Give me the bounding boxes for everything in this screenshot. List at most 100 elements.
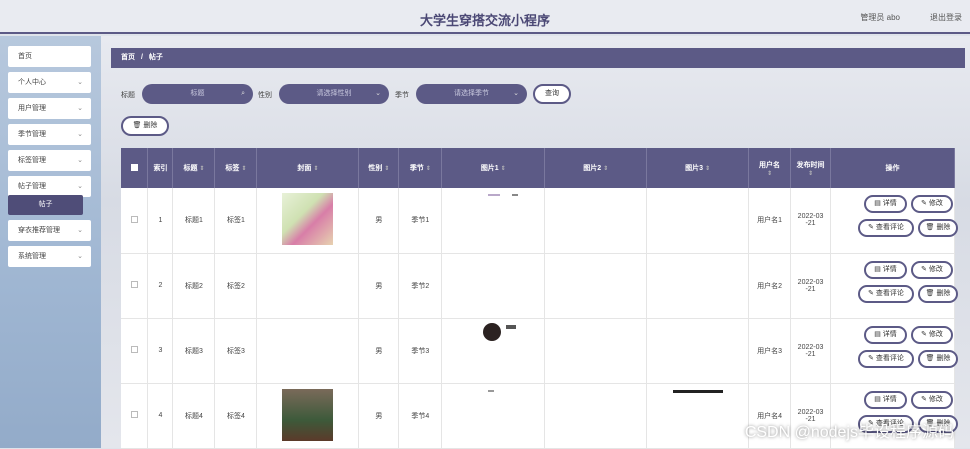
sort-icon: ⇕ <box>500 166 506 172</box>
row-checkbox[interactable] <box>121 253 149 319</box>
image-fragment <box>488 389 495 392</box>
sidebar-item-system[interactable]: 系统管理 ⌄ <box>8 246 91 267</box>
table-header-row: 索引 标题 ⇕ 标签 ⇕ 封面 ⇕ 性别 ⇕ 季节 ⇕ 图片1 ⇕ 图片2 ⇕ … <box>121 148 955 188</box>
document-icon: ▤ <box>874 395 881 403</box>
edit-icon: ✎ <box>921 265 927 273</box>
gender-select[interactable]: 请选择性别 ⌄ <box>279 84 389 104</box>
sort-icon: ⇕ <box>603 166 609 172</box>
image3-cell <box>646 253 750 319</box>
col-tag[interactable]: 标签 ⇕ <box>214 148 258 188</box>
table-row: 2 标题2 标签2 男 季节2 用户名2 2022-03 -21 ▤ 详情 ✎ … <box>121 253 959 319</box>
gender-filter-label: 性别 <box>258 92 272 99</box>
season-filter-label: 季节 <box>395 92 409 99</box>
chevron-down-icon: ⌄ <box>77 131 83 138</box>
row-checkbox[interactable] <box>121 318 149 384</box>
image-fragment <box>673 389 724 393</box>
view-comments-button[interactable]: ✎ 查看评论 <box>858 284 915 303</box>
image1-cell <box>441 253 546 319</box>
edit-button[interactable]: ✎ 修改 <box>911 260 954 279</box>
table-row: 3 标题3 标签3 男 季节3 用户名3 2022-03 -21 ▤ 详情 ✎ … <box>121 318 959 384</box>
col-image1[interactable]: 图片1 ⇕ <box>441 148 546 188</box>
delete-button[interactable]: 🗑 删除 <box>918 349 959 368</box>
title-filter-label: 标题 <box>121 92 135 99</box>
col-gender[interactable]: 性别 ⇕ <box>358 148 400 188</box>
image-fragment <box>512 194 519 196</box>
app-title: 大学生穿搭交流小程序 <box>419 13 550 28</box>
sort-icon: ⇕ <box>808 170 814 177</box>
col-index: 索引 <box>147 148 174 188</box>
breadcrumb-home[interactable]: 首页 <box>121 54 135 61</box>
col-date[interactable]: 发布时间 ⇕ <box>790 148 832 188</box>
table-row: 1 标题1 标签1 男 季节1 用户名1 2022-03 -21 ▤ 详情 ✎ … <box>121 188 959 254</box>
col-cover[interactable]: 封面 ⇕ <box>256 148 360 188</box>
edit-icon: ✎ <box>921 395 927 403</box>
edit-icon: ✎ <box>868 289 874 297</box>
col-season[interactable]: 季节 ⇕ <box>398 148 443 188</box>
chevron-down-icon: ⌄ <box>375 90 381 97</box>
sidebar-item-tags[interactable]: 标签管理 ⌄ <box>8 150 91 171</box>
edit-button[interactable]: ✎ 修改 <box>911 325 954 344</box>
delete-button[interactable]: 🗑 删除 <box>918 284 959 303</box>
col-image2[interactable]: 图片2 ⇕ <box>544 148 648 188</box>
col-title[interactable]: 标题 ⇕ <box>172 148 216 188</box>
delete-button[interactable]: 🗑 删除 <box>918 219 959 238</box>
image2-cell <box>544 383 648 449</box>
chevron-down-icon: ⌄ <box>77 79 83 86</box>
sidebar-item-posts[interactable]: 帖子管理 ⌄ <box>8 176 91 197</box>
watermark: CSDN @nodejs毕设程序源码 <box>744 424 954 441</box>
sidebar-item-seasons[interactable]: 季节管理 ⌄ <box>8 124 91 145</box>
image3-cell <box>646 318 750 384</box>
chevron-down-icon: ⌄ <box>77 227 83 234</box>
edit-button[interactable]: ✎ 修改 <box>911 195 954 214</box>
sidebar-item-users[interactable]: 用户管理 ⌄ <box>8 98 91 119</box>
select-all-checkbox[interactable] <box>121 148 149 188</box>
query-button[interactable]: 查询 <box>533 84 571 104</box>
detail-button[interactable]: ▤ 详情 <box>864 325 908 344</box>
view-comments-button[interactable]: ✎ 查看评论 <box>858 219 915 238</box>
sidebar: 首页 个人中心 ⌄ 用户管理 ⌄ 季节管理 ⌄ 标签管理 ⌄ 帖子管理 ⌄ 帖子 穿衣推荐… <box>0 36 101 448</box>
row-checkbox[interactable] <box>121 188 149 254</box>
sort-icon: ⇕ <box>384 166 390 172</box>
image1-cell <box>441 383 546 449</box>
sidebar-item-home[interactable]: 首页 <box>8 46 91 67</box>
current-user: 管理员 abo <box>860 13 900 22</box>
sort-icon: ⇕ <box>241 166 247 172</box>
sidebar-item-profile[interactable]: 个人中心 ⌄ <box>8 72 91 93</box>
chevron-down-icon: ⌄ <box>77 183 83 190</box>
detail-button[interactable]: ▤ 详情 <box>864 390 908 409</box>
col-image3[interactable]: 图片3 ⇕ <box>646 148 750 188</box>
sort-icon: ⇕ <box>705 166 711 172</box>
bulk-delete-button[interactable]: 🗑 删除 <box>121 116 169 136</box>
document-icon: ▤ <box>874 265 881 273</box>
image1-cell <box>441 188 546 254</box>
chevron-down-icon: ⌄ <box>77 105 83 112</box>
edit-icon: ✎ <box>868 224 874 232</box>
sidebar-item-recommend[interactable]: 穿衣推荐管理 ⌄ <box>8 220 91 241</box>
row-checkbox[interactable] <box>121 383 149 449</box>
actions-cell: ▤ 详情 ✎ 修改 ✎ 查看评论 🗑 删除 <box>830 188 959 254</box>
breadcrumb-current: 帖子 <box>148 54 163 61</box>
edit-button[interactable]: ✎ 修改 <box>911 390 954 409</box>
posts-table: 索引 标题 ⇕ 标签 ⇕ 封面 ⇕ 性别 ⇕ 季节 ⇕ 图片1 ⇕ 图片2 ⇕ … <box>121 148 959 449</box>
sidebar-subitem-posts[interactable]: 帖子 <box>8 195 83 215</box>
edit-icon: ✎ <box>868 354 874 362</box>
image3-cell <box>646 188 750 254</box>
image2-cell <box>544 188 648 254</box>
col-actions: 操作 <box>830 148 955 188</box>
trash-icon: 🗑 <box>132 122 142 129</box>
cover-photo <box>282 193 334 246</box>
sort-icon: ⇕ <box>313 166 319 172</box>
logout-link[interactable]: 退出登录 <box>930 12 962 23</box>
image-fragment <box>483 322 502 341</box>
detail-button[interactable]: ▤ 详情 <box>864 260 908 279</box>
chevron-down-icon: ⌄ <box>513 90 519 97</box>
season-select[interactable]: 请选择季节 ⌄ <box>416 84 527 104</box>
title-search-input[interactable]: 标题 ⌕ <box>142 84 253 104</box>
col-username[interactable]: 用户名 ⇕ <box>748 148 792 188</box>
trash-icon: 🗑 <box>925 289 935 297</box>
view-comments-button[interactable]: ✎ 查看评论 <box>858 349 915 368</box>
sort-icon: ⇕ <box>767 170 773 177</box>
trash-icon: 🗑 <box>925 224 935 232</box>
detail-button[interactable]: ▤ 详情 <box>864 195 908 214</box>
edit-icon: ✎ <box>921 200 927 208</box>
